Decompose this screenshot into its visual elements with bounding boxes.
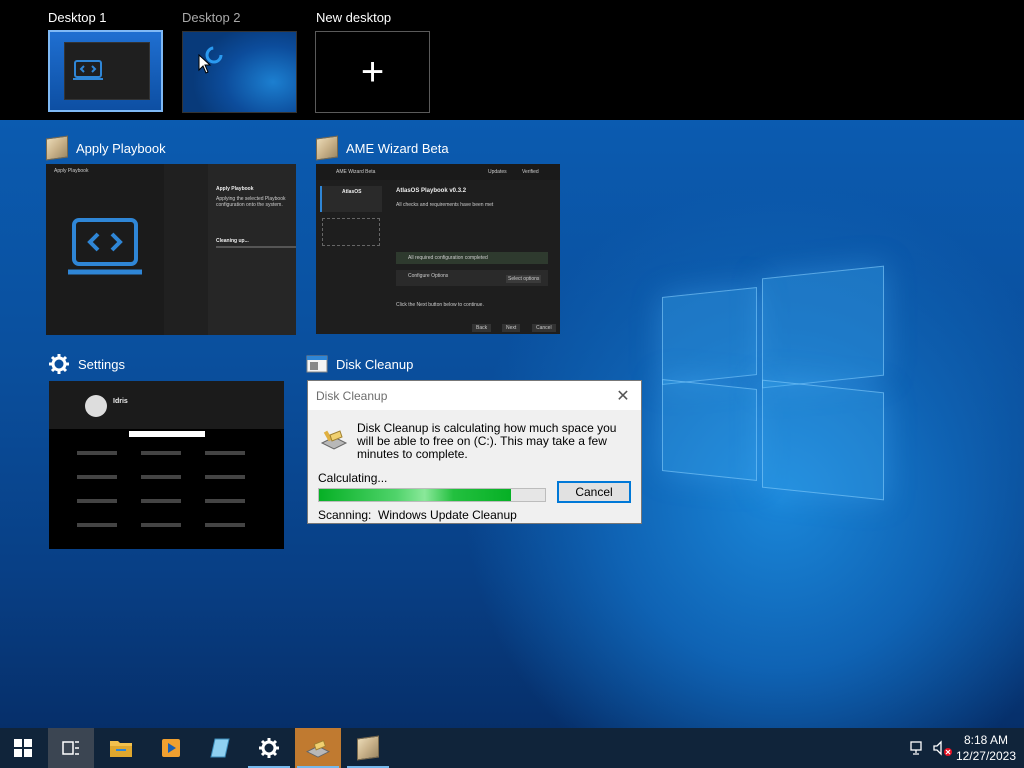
file-explorer-icon [110, 741, 132, 757]
taskbar: 8:18 AM 12/27/2023 [0, 728, 1024, 768]
calculating-label: Calculating... [318, 471, 388, 485]
dialog-titlebar: Disk Cleanup ✕ [308, 381, 641, 410]
desktop-2-label: Desktop 2 [182, 10, 241, 25]
windows-logo-pane [762, 265, 884, 389]
playbook-icon [73, 60, 103, 80]
ame-next-button: Next [502, 324, 521, 332]
settings-icon [259, 738, 279, 758]
desktop-1-thumbnail[interactable] [48, 30, 163, 112]
ame-drop-zone [322, 218, 380, 246]
notepad-icon [210, 738, 230, 758]
thumb-progress-bar [216, 246, 296, 248]
ame-box-icon [316, 135, 338, 161]
start-button[interactable] [0, 728, 46, 768]
scanning-item: Windows Update Cleanup [378, 508, 517, 522]
mouse-cursor-icon [198, 54, 212, 74]
ame-wizard-icon [357, 735, 379, 761]
media-player-button[interactable] [148, 728, 194, 768]
apply-playbook-card-title[interactable]: Apply Playbook [46, 135, 166, 161]
start-icon [14, 739, 32, 757]
disk-cleanup-window-icon [306, 355, 328, 373]
gear-icon [49, 354, 69, 374]
settings-search-box [129, 431, 205, 437]
scanning-status: Scanning: Windows Update Cleanup [318, 508, 517, 522]
ame-back-button: Back [472, 324, 492, 332]
settings-grid [77, 451, 257, 541]
clock-time: 8:18 AM [963, 733, 1008, 747]
thumb-desc: Applying the selected Playbook configura… [216, 196, 286, 208]
ame-titlebar: AME Wizard Beta Updates Verified [316, 164, 560, 180]
scanning-label: Scanning: [318, 508, 372, 522]
task-view-icon [62, 741, 79, 755]
apply-playbook-thumbnail[interactable]: Apply Playbook Apply Playbook Applying t… [46, 164, 296, 335]
desktop-1-label: Desktop 1 [48, 10, 107, 25]
ame-heading: AtlasOS Playbook v0.3.2 [396, 188, 467, 194]
ame-row-options: Configure Options Select options [396, 270, 548, 286]
ame-row2-text: Configure Options [408, 273, 449, 279]
thumb-titlebar-text: Apply Playbook [54, 168, 89, 174]
file-explorer-button[interactable] [98, 728, 144, 768]
settings-taskbar-button[interactable] [246, 728, 292, 768]
cleanup-progress-bar [318, 488, 546, 502]
plus-icon: + [360, 49, 385, 94]
dialog-message: Disk Cleanup is calculating how much spa… [357, 421, 617, 461]
ame-wizard-card-title[interactable]: AME Wizard Beta [316, 135, 449, 161]
ame-sidebar-entry: AtlasOS [320, 186, 382, 212]
system-clock[interactable]: 8:18 AM 12/27/2023 [956, 732, 1016, 764]
ame-sidebar-name: AtlasOS [342, 189, 362, 195]
dialog-title: Disk Cleanup [316, 388, 388, 403]
desktop-1-window-preview [64, 42, 150, 100]
settings-card-title[interactable]: Settings [48, 353, 125, 375]
ame-row-complete: All required configuration completed [396, 252, 548, 264]
ame-cancel-button: Cancel [532, 324, 556, 332]
network-icon[interactable] [910, 740, 928, 756]
windows-logo-pane [662, 379, 757, 481]
task-view-button[interactable] [48, 728, 94, 768]
disk-cleanup-dialog[interactable]: Disk Cleanup ✕ Disk Cleanup is calculati… [307, 380, 642, 524]
ame-wizard-thumbnail[interactable]: AME Wizard Beta Updates Verified AtlasOS… [316, 164, 560, 334]
media-player-icon [162, 739, 180, 757]
ame-footer-text: Click the Next button below to continue. [396, 302, 484, 308]
apply-playbook-right-pane: Apply Playbook Applying the selected Pla… [208, 164, 296, 335]
disk-cleanup-icon [320, 430, 348, 450]
disk-cleanup-card-title[interactable]: Disk Cleanup [306, 353, 413, 375]
disk-cleanup-icon [305, 740, 331, 758]
new-desktop-button[interactable]: + [315, 31, 430, 113]
clock-date: 12/27/2023 [955, 749, 1016, 763]
virtual-desktop-strip: Desktop 1 Desktop 2 New desktop + [0, 0, 1024, 120]
apply-playbook-left-pane: Apply Playbook [46, 164, 164, 335]
ame-verified-label: Verified [522, 169, 539, 175]
playbook-laptop-icon [68, 218, 142, 275]
settings-thumbnail[interactable]: Idris [49, 381, 284, 549]
thumb-heading: Apply Playbook [216, 186, 254, 192]
settings-title: Settings [78, 356, 125, 372]
disk-cleanup-title: Disk Cleanup [336, 356, 414, 372]
ame-wizard-taskbar-button[interactable] [345, 728, 391, 768]
ame-row1-text: All required configuration completed [408, 255, 488, 261]
thumb-status: Cleaning up... [216, 238, 249, 244]
apply-playbook-title: Apply Playbook [76, 140, 166, 156]
close-icon[interactable]: ✕ [613, 386, 633, 406]
ame-wizard-title: AME Wizard Beta [346, 140, 449, 156]
settings-header: Idris [49, 381, 284, 429]
ame-select-options: Select options [506, 275, 542, 283]
cleanup-progress-fill [319, 489, 512, 501]
ame-titlebar-text: AME Wizard Beta [336, 169, 376, 175]
windows-logo-pane [762, 379, 884, 501]
notepad-button[interactable] [198, 728, 244, 768]
disk-cleanup-taskbar-button[interactable] [295, 728, 341, 768]
cancel-button[interactable]: Cancel [557, 481, 631, 503]
windows-logo-pane [662, 287, 757, 385]
volume-muted-icon[interactable] [933, 740, 953, 756]
ame-box-icon [46, 135, 68, 161]
avatar [85, 395, 107, 417]
settings-user-name: Idris [113, 398, 128, 405]
ame-checks-text: All checks and requirements have been me… [396, 202, 494, 208]
new-desktop-label: New desktop [316, 10, 392, 25]
ame-updates-label: Updates [488, 169, 507, 175]
